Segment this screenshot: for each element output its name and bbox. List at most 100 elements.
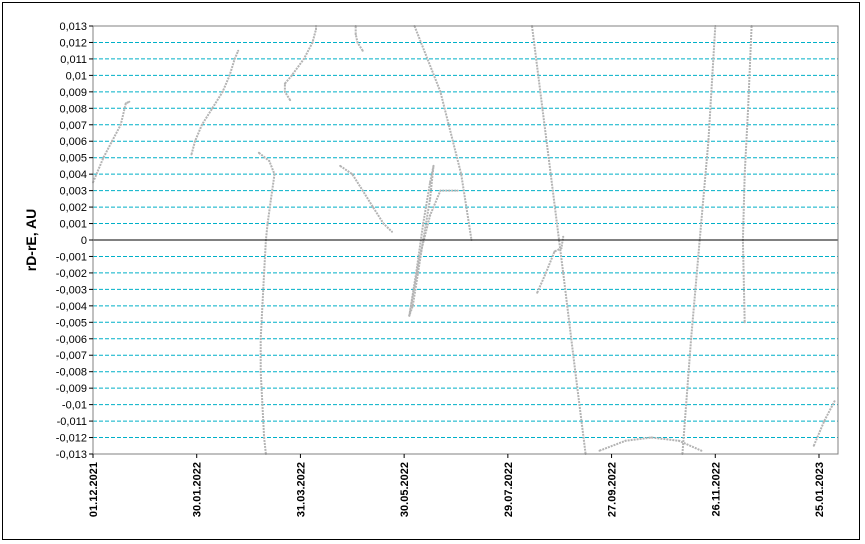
y-tick-label: -0,005 (56, 317, 87, 329)
y-tick-labels: 0,013 0,012 0,011 0,01 0,009 0,008 0,007 0,006 0… (56, 21, 87, 461)
data-point (289, 99, 292, 102)
data-point (190, 153, 193, 156)
data-point (422, 222, 425, 225)
data-point (417, 271, 419, 274)
series-line-3 (354, 26, 364, 52)
y-tick-label: -0,011 (57, 416, 87, 428)
x-tick-label: 01.12.2021 (88, 462, 100, 517)
data-point (833, 400, 836, 403)
data-point (823, 420, 826, 423)
data-point (211, 107, 214, 110)
x-tick-label: 30.05.2022 (399, 462, 411, 517)
y-tick-label: 0,001 (59, 219, 87, 231)
data-point (361, 189, 364, 192)
data-point (351, 173, 354, 176)
data-point (221, 90, 224, 93)
y-tick-label: 0,012 (59, 37, 87, 49)
data-point (429, 197, 432, 200)
data-point (257, 151, 260, 154)
series-line-2 (283, 26, 317, 101)
data-point (391, 230, 393, 233)
data-point (283, 90, 286, 93)
y-tick-label: 0,005 (59, 153, 87, 165)
data-point (411, 304, 414, 307)
x-tick-label: 26.11.2022 (710, 462, 722, 516)
data-point (707, 140, 710, 143)
data-point (339, 164, 342, 167)
x-tick-label: 31.03.2022 (295, 462, 307, 517)
x-tick-label: 25.01.2023 (814, 462, 826, 517)
data-point (415, 271, 418, 274)
series-line-4 (258, 152, 276, 455)
y-tick-label: 0,004 (59, 169, 87, 181)
y-tick-label: 0,007 (59, 120, 87, 132)
data-point (574, 370, 577, 373)
y-tick-label: 0,009 (59, 87, 87, 99)
data-point (812, 444, 815, 447)
data-point (429, 214, 432, 217)
data-point (290, 74, 293, 77)
data-point (270, 197, 272, 200)
data-point (551, 189, 554, 192)
y-tick-label: -0,013 (56, 449, 87, 461)
data-point (439, 90, 442, 93)
data-point (562, 271, 565, 274)
data-point (111, 140, 113, 143)
data-point (259, 337, 262, 340)
data-point (261, 304, 264, 307)
y-tick-label: 0,01 (66, 70, 87, 82)
data-point (302, 57, 305, 60)
y-tick-label: -0,002 (56, 268, 87, 280)
data-point (541, 107, 544, 110)
data-point (743, 173, 746, 176)
y-axis-label: rD-rE, AU (23, 209, 39, 272)
data-point (283, 82, 286, 85)
data-point (200, 123, 203, 126)
data-point (259, 370, 262, 373)
data-point (439, 189, 442, 192)
data-point (228, 74, 231, 77)
data-point (536, 291, 539, 294)
data-point (598, 449, 601, 452)
y-tick-label: -0,01 (62, 400, 87, 412)
data-point (418, 255, 421, 258)
data-point (700, 449, 703, 452)
data-point (273, 173, 276, 176)
data-point (356, 41, 359, 44)
data-point (544, 271, 547, 274)
data-point (128, 100, 131, 103)
data-point (361, 49, 364, 52)
y-tick-label: 0,013 (59, 21, 87, 33)
series-line-0 (92, 100, 130, 183)
series-line-5 (339, 165, 393, 233)
x-tick-label: 27.09.2022 (607, 462, 619, 517)
y-tick-label: -0,008 (56, 367, 87, 379)
data-point (354, 33, 357, 36)
data-point (266, 222, 269, 225)
y-tick-label: 0,006 (59, 136, 87, 148)
y-tick-label: -0,003 (56, 284, 87, 296)
series-line-1 (190, 50, 240, 155)
data-point (456, 189, 459, 192)
data-point (233, 57, 236, 60)
series-line-10 (413, 25, 473, 241)
y-tick-label: -0,004 (56, 301, 87, 313)
chart: 0,013 0,012 0,011 0,01 0,009 0,008 0,007 0,006 0… (23, 21, 839, 517)
data-point (562, 235, 565, 238)
ticks (89, 25, 820, 458)
data-point (432, 164, 435, 167)
x-tick-label: 30.01.2022 (192, 462, 204, 517)
y-tick-label: 0,008 (59, 103, 87, 115)
data-point (315, 28, 317, 31)
series-line-6 (408, 164, 458, 317)
y-tick-label: 0,011 (60, 54, 87, 66)
data-point (194, 140, 196, 143)
data-point (743, 321, 746, 324)
data-point (311, 41, 314, 44)
y-tick-label: -0,012 (56, 433, 87, 445)
series-line-8 (599, 436, 702, 452)
y-tick-label: -0,009 (56, 383, 87, 395)
x-tick-labels: 01.12.2021 30.01.2022 31.03.2022 30.05.2022… (88, 462, 826, 517)
data-point (119, 123, 122, 126)
data-point (268, 160, 271, 162)
